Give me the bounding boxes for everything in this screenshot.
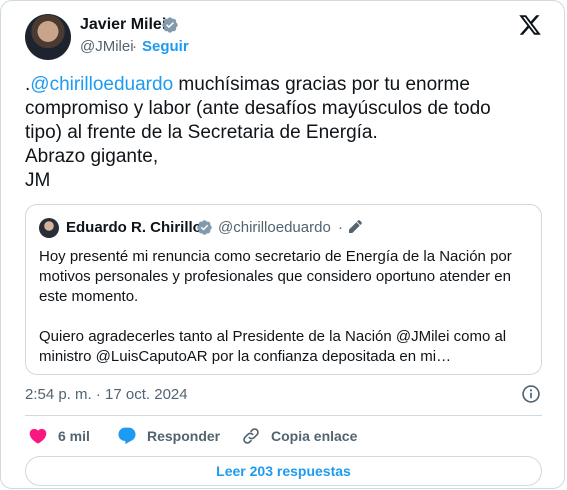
reply-button[interactable]: Responder [117,425,220,447]
verified-badge-icon [162,17,178,33]
verified-badge-icon [197,220,212,235]
copy-link-label: Copia enlace [271,428,358,444]
speech-bubble-icon [118,427,136,445]
tweet-text: .@chirilloeduardo muchísimas gracias por… [25,73,540,193]
pencil-icon [349,220,362,233]
follow-button[interactable]: Seguir [142,38,189,55]
separator-dot: · [132,38,137,55]
read-replies-button[interactable]: Leer 203 respuestas [25,456,542,486]
reply-label: Responder [147,428,221,444]
copy-link-button[interactable]: Copia enlace [241,425,357,447]
author-name[interactable]: Javier Milei [80,16,166,34]
info-icon[interactable] [521,384,541,404]
mention-link[interactable]: @chirilloeduardo [30,74,173,95]
author-handle[interactable]: @JMilei [80,38,134,55]
quoted-author-name[interactable]: Eduardo R. Chirillo [66,219,202,236]
quoted-author-avatar[interactable] [39,218,59,238]
embedded-tweet-card: Javier Milei @JMilei · Seguir .@chirillo… [0,0,565,489]
tweet-timestamp[interactable]: 2:54 p. m. · 17 oct. 2024 [25,386,188,403]
heart-icon [29,428,47,444]
separator-dot: · [338,219,343,236]
quoted-tweet-text: Hoy presenté mi renuncia como secretario… [39,248,512,365]
quoted-author-handle[interactable]: @chirilloeduardo [218,219,331,236]
link-icon [243,428,259,444]
like-count: 6 mil [58,428,90,444]
author-avatar[interactable] [25,14,71,60]
x-logo-icon[interactable] [518,13,542,37]
quoted-tweet[interactable]: Eduardo R. Chirillo @chirilloeduardo · H… [25,204,542,375]
divider [25,415,542,416]
like-button[interactable]: 6 mil [28,425,90,447]
